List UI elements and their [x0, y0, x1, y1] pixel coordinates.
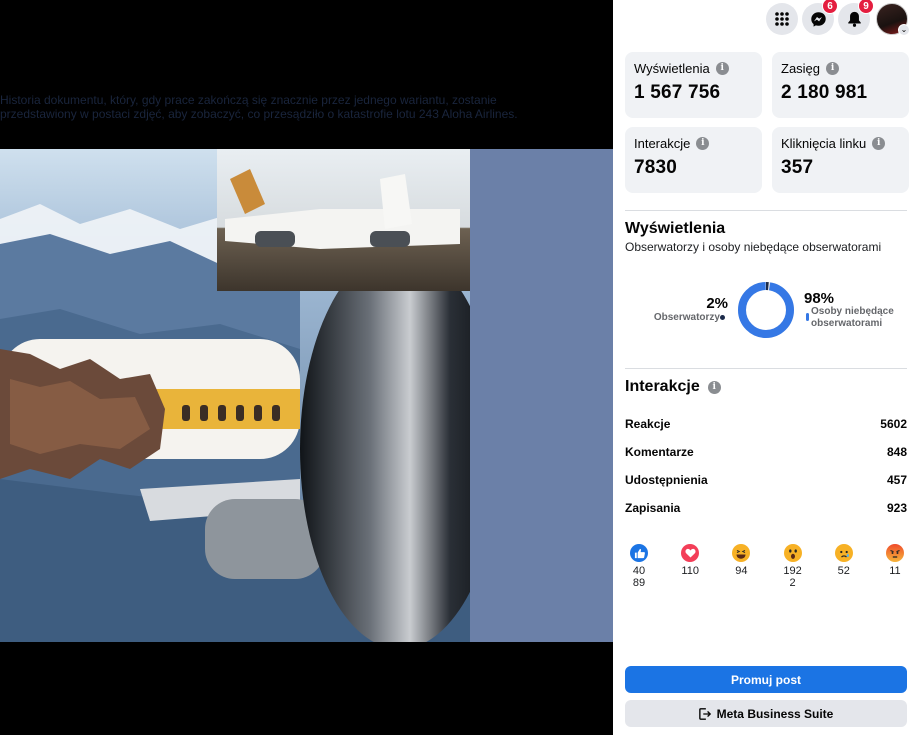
- info-icon[interactable]: i: [707, 380, 721, 394]
- row-label: Reakcje: [625, 417, 671, 431]
- info-icon[interactable]: i: [715, 62, 729, 75]
- stat-label: Zasięg: [781, 61, 821, 76]
- stat-value: 1 567 756: [634, 82, 721, 103]
- reaction-count: 110: [681, 565, 699, 577]
- insights-panel: 6 9 ⌄ Wyświetlenia i 1 567 756 Zasięg i 2 …: [613, 0, 915, 735]
- wow-icon: [783, 544, 802, 562]
- stat-label: Wyświetlenia: [634, 61, 710, 76]
- reaction-count: 11: [889, 565, 901, 577]
- top-bar: 6 9 ⌄: [613, 0, 915, 37]
- nonfollowers-label: Osoby niebędące obserwatorami: [811, 306, 894, 329]
- stat-card-interactions: Interakcje i 7830: [625, 127, 762, 193]
- views-section-title: Wyświetlenia: [625, 220, 726, 237]
- donut-ring: [738, 282, 794, 338]
- stat-label: Kliknięcia linku: [781, 136, 867, 151]
- post-caption: Historia dokumentu, który, gdy prace zak…: [0, 93, 518, 121]
- notifications-button[interactable]: 9: [838, 0, 874, 35]
- aircraft-photo-illustration: [0, 149, 470, 642]
- business-suite-label: Meta Business Suite: [716, 706, 834, 721]
- reactions-breakdown: 40 89 110 94 192 2 52 11: [621, 544, 913, 589]
- reaction-sad: 52: [826, 544, 862, 589]
- post-media-area: Historia dokumentu, który, gdy prace zak…: [0, 0, 613, 735]
- views-section-subtitle: Obserwatorzy i osoby niebędące obserwato…: [625, 240, 882, 254]
- messenger-badge: 6: [822, 0, 838, 14]
- promote-post-button[interactable]: Promuj post: [625, 666, 907, 693]
- interactions-list: Reakcje 5602 Komentarze 848 Udostępnienia 4…: [625, 410, 907, 522]
- menu-button[interactable]: [766, 3, 798, 35]
- interactions-header: Interakcje i: [625, 378, 721, 396]
- row-value: 923: [886, 501, 907, 515]
- followers-legend-dot: [720, 315, 725, 320]
- reaction-count: 40 89: [632, 565, 646, 589]
- haha-icon: [732, 544, 751, 562]
- reaction-count: 52: [837, 565, 850, 577]
- photo-letterbox: [470, 149, 613, 642]
- interaction-row-saves: Zapisania 923: [625, 494, 907, 522]
- interaction-row-comments: Komentarze 848: [625, 438, 907, 466]
- sad-icon: [834, 544, 853, 562]
- interaction-row-shares: Udostępnienia 457: [625, 466, 907, 494]
- stat-card-views: Wyświetlenia i 1 567 756: [625, 52, 762, 118]
- stat-value: 357: [781, 157, 814, 178]
- messenger-button[interactable]: 6: [802, 0, 838, 35]
- reaction-count: 94: [735, 565, 748, 577]
- stat-value: 2 180 981: [781, 82, 868, 103]
- love-icon: [681, 544, 700, 562]
- notifications-badge: 9: [858, 0, 874, 14]
- row-value: 848: [886, 445, 907, 459]
- stat-card-link-clicks: Kliknięcia linku i 357: [772, 127, 909, 193]
- chevron-down-icon[interactable]: ⌄: [898, 24, 910, 36]
- reaction-wow: 192 2: [775, 544, 811, 589]
- nonfollowers-legend-dot: [806, 313, 809, 321]
- row-value: 457: [886, 473, 907, 487]
- bell-icon: [847, 11, 861, 27]
- row-value: 5602: [880, 417, 907, 431]
- divider: [625, 210, 907, 211]
- row-label: Komentarze: [625, 445, 694, 459]
- reaction-love: 110: [672, 544, 708, 589]
- post-photo[interactable]: [0, 149, 613, 642]
- stat-label: Interakcje: [634, 136, 691, 151]
- info-icon[interactable]: i: [696, 137, 710, 150]
- donut-segment-nonfollowers: [738, 282, 794, 338]
- views-donut-chart: 2% Obserwatorzy 98% Osoby niebędące obse…: [613, 275, 915, 345]
- angry-icon: [885, 544, 904, 562]
- row-label: Zapisania: [625, 501, 681, 515]
- reaction-angry: 11: [877, 544, 913, 589]
- reaction-haha: 94: [723, 544, 759, 589]
- info-icon[interactable]: i: [872, 137, 886, 150]
- reaction-like: 40 89: [621, 544, 657, 589]
- followers-label: Obserwatorzy: [653, 312, 720, 323]
- divider: [625, 368, 907, 369]
- external-link-icon: [698, 707, 711, 720]
- nonfollowers-percent: 98%: [804, 290, 835, 307]
- stats-grid: Wyświetlenia i 1 567 756 Zasięg i 2 180 98…: [625, 52, 909, 193]
- grid-icon: [775, 12, 789, 26]
- interactions-title: Interakcje: [625, 378, 700, 395]
- like-icon: [630, 544, 648, 562]
- followers-percent: 2%: [706, 295, 728, 312]
- stat-card-reach: Zasięg i 2 180 981: [772, 52, 909, 118]
- stat-value: 7830: [634, 157, 678, 178]
- reaction-count: 192 2: [783, 565, 802, 589]
- info-icon[interactable]: i: [826, 62, 840, 75]
- business-suite-button[interactable]: Meta Business Suite: [625, 700, 907, 727]
- messenger-icon: [810, 11, 826, 27]
- row-label: Udostępnienia: [625, 473, 708, 487]
- interaction-row-reactions: Reakcje 5602: [625, 410, 907, 438]
